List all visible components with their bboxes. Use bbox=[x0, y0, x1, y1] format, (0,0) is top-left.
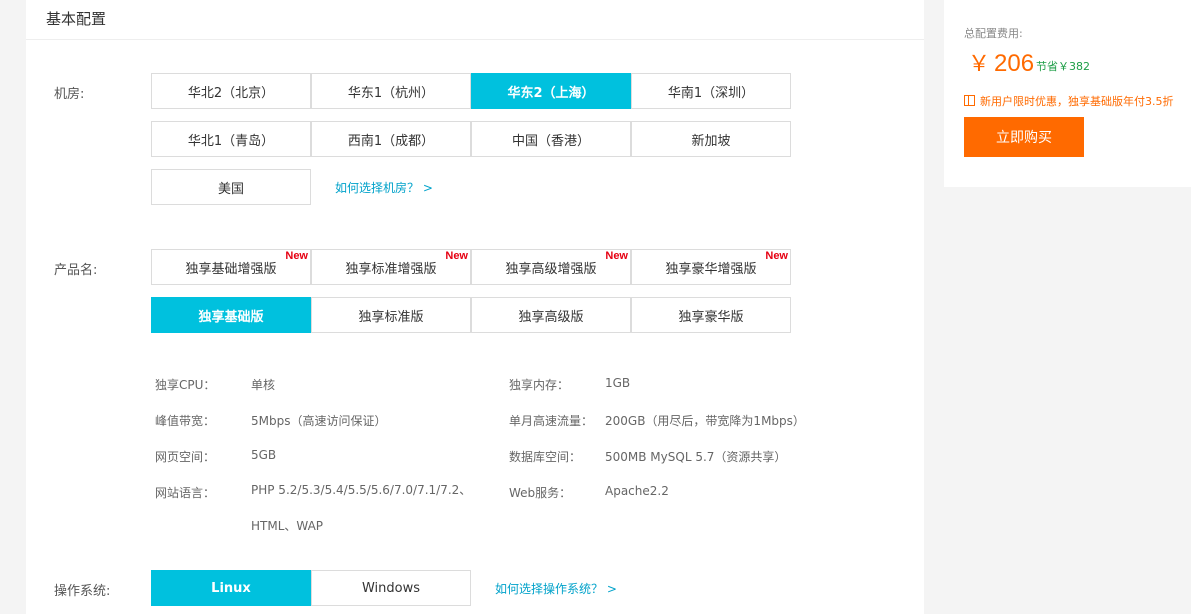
new-badge: New bbox=[285, 250, 308, 262]
spec-web-service-value: Apache2.2 bbox=[605, 484, 669, 498]
product-option-label: 独享高级增强版 bbox=[505, 261, 597, 277]
currency-symbol: ￥ bbox=[968, 51, 991, 76]
gift-icon bbox=[964, 95, 975, 106]
os-label: 操作系统: bbox=[54, 584, 111, 599]
product-option-basic-enhanced[interactable]: 独享基础增强版 New bbox=[151, 249, 311, 285]
product-option-standard-enhanced[interactable]: 独享标准增强版 New bbox=[311, 249, 471, 285]
spec-web-service-label: Web服务： bbox=[509, 486, 572, 500]
datacenter-option-shanghai[interactable]: 华东2（上海） bbox=[471, 73, 631, 109]
datacenter-option-chengdu[interactable]: 西南1（成都） bbox=[311, 121, 471, 157]
new-badge: New bbox=[605, 250, 628, 262]
spec-memory-label: 独享内存： bbox=[509, 378, 570, 392]
product-option-label: 独享豪华增强版 bbox=[665, 261, 757, 277]
order-summary-panel: 总配置费用: ￥ 206 节省￥382 新用户限时优惠，独享基础版年付3.5折 立… bbox=[944, 0, 1191, 187]
datacenter-help-link[interactable]: 如何选择机房？ > bbox=[335, 179, 433, 196]
spec-db-space-label: 数据库空间： bbox=[509, 450, 582, 464]
spec-db-space-value: 500MB MySQL 5.7（资源共享） bbox=[605, 450, 787, 464]
datacenter-option-hongkong[interactable]: 中国（香港） bbox=[471, 121, 631, 157]
buy-now-button[interactable]: 立即购买 bbox=[964, 117, 1084, 157]
datacenter-option-beijing[interactable]: 华北2（北京） bbox=[151, 73, 311, 109]
title-divider bbox=[26, 39, 924, 40]
spec-bandwidth-label: 峰值带宽： bbox=[155, 414, 216, 428]
product-option-luxury-enhanced[interactable]: 独享豪华增强版 New bbox=[631, 249, 791, 285]
datacenter-option-qingdao[interactable]: 华北1（青岛） bbox=[151, 121, 311, 157]
new-badge: New bbox=[445, 250, 468, 262]
spec-languages-label: 网站语言： bbox=[155, 486, 216, 500]
product-option-basic[interactable]: 独享基础版 bbox=[151, 297, 311, 333]
product-option-label: 独享基础增强版 bbox=[185, 261, 277, 277]
spec-cpu-label: 独享CPU： bbox=[155, 378, 216, 392]
product-option-standard[interactable]: 独享标准版 bbox=[311, 297, 471, 333]
datacenter-option-singapore[interactable]: 新加坡 bbox=[631, 121, 791, 157]
spec-web-space-label: 网页空间： bbox=[155, 450, 216, 464]
price-value: 206 bbox=[994, 50, 1035, 77]
total-cost-label: 总配置费用: bbox=[964, 27, 1023, 40]
datacenter-label: 机房: bbox=[54, 87, 85, 102]
total-price: ￥ 206 bbox=[968, 46, 1034, 78]
savings-text: 节省￥382 bbox=[1036, 60, 1090, 73]
os-help-link[interactable]: 如何选择操作系统？ > bbox=[495, 580, 617, 597]
spec-bandwidth-value: 5Mbps（高速访问保证） bbox=[251, 414, 387, 428]
product-label: 产品名: bbox=[54, 263, 98, 278]
spec-memory-value: 1GB bbox=[605, 376, 631, 390]
new-badge: New bbox=[765, 250, 788, 262]
datacenter-option-shenzhen[interactable]: 华南1（深圳） bbox=[631, 73, 791, 109]
product-option-label: 独享标准增强版 bbox=[345, 261, 437, 277]
product-option-luxury[interactable]: 独享豪华版 bbox=[631, 297, 791, 333]
promo-label: 新用户限时优惠，独享基础版年付3.5折 bbox=[980, 95, 1174, 108]
os-option-windows[interactable]: Windows bbox=[311, 570, 471, 606]
datacenter-option-usa[interactable]: 美国 bbox=[151, 169, 311, 205]
section-title: 基本配置 bbox=[46, 10, 107, 28]
spec-traffic-value: 200GB（用尽后，带宽降为1Mbps） bbox=[605, 414, 805, 428]
spec-cpu-value: 单核 bbox=[251, 378, 276, 392]
datacenter-option-hangzhou[interactable]: 华东1（杭州） bbox=[311, 73, 471, 109]
spec-traffic-label: 单月高速流量： bbox=[509, 414, 594, 428]
spec-languages-value: PHP 5.2/5.3/5.4/5.5/5.6/7.0/7.1/7.2、HTML… bbox=[251, 483, 472, 533]
config-panel: 基本配置 机房: 华北2（北京） 华东1（杭州） 华东2（上海） 华南1（深圳）… bbox=[26, 0, 924, 614]
os-option-linux[interactable]: Linux bbox=[151, 570, 311, 606]
product-option-advanced-enhanced[interactable]: 独享高级增强版 New bbox=[471, 249, 631, 285]
promo-text: 新用户限时优惠，独享基础版年付3.5折 bbox=[964, 93, 1174, 109]
product-option-advanced[interactable]: 独享高级版 bbox=[471, 297, 631, 333]
spec-web-space-value: 5GB bbox=[251, 448, 277, 462]
